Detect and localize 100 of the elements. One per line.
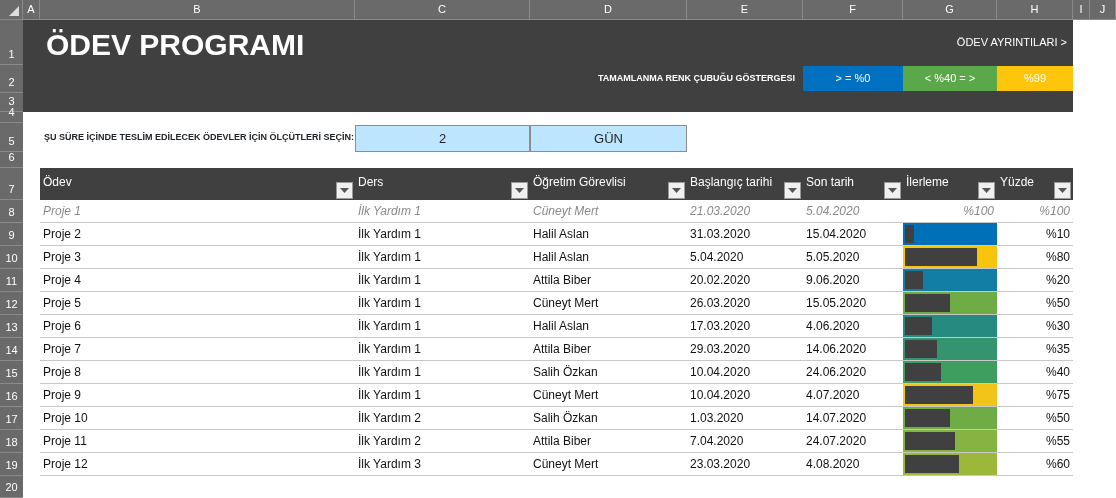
table-cell: Salih Özkan <box>530 361 687 384</box>
column-header[interactable]: I <box>1073 0 1090 20</box>
column-header[interactable]: G <box>903 0 997 20</box>
column-title: Ders <box>358 174 384 191</box>
row-header[interactable]: 13 <box>0 315 23 338</box>
table-cell: 17.03.2020 <box>687 315 803 338</box>
table-cell: Proje 1 <box>40 200 355 223</box>
table-cell: İlk Yardım 1 <box>355 223 530 246</box>
row-header[interactable]: 17 <box>0 407 23 430</box>
row-header[interactable]: 20 <box>0 476 23 498</box>
row-header[interactable]: 19 <box>0 453 23 476</box>
column-title: Öğretim Görevlisi <box>533 174 626 191</box>
table-cell: %80 <box>997 246 1073 269</box>
table-cell: %20 <box>997 269 1073 292</box>
row-header[interactable]: 10 <box>0 246 23 269</box>
column-header[interactable]: C <box>355 0 530 20</box>
table-cell: İlk Yardım 3 <box>355 453 530 476</box>
table-cell: Salih Özkan <box>530 407 687 430</box>
legend-label: TAMAMLANMA RENK ÇUBUĞU GÖSTERGESI <box>598 72 796 86</box>
column-header[interactable]: F <box>803 0 903 20</box>
caret-icon <box>982 188 991 193</box>
filter-button[interactable] <box>1054 182 1071 199</box>
table-cell: Proje 3 <box>40 246 355 269</box>
table-cell: İlk Yardım 1 <box>355 269 530 292</box>
table-cell: %40 <box>997 361 1073 384</box>
row-header[interactable]: 8 <box>0 200 23 223</box>
input-field[interactable]: GÜN <box>530 125 687 152</box>
caret-icon <box>788 188 797 193</box>
column-header[interactable]: E <box>687 0 803 20</box>
legend-swatch: < %40 = > <box>903 66 997 91</box>
caret-icon <box>672 188 681 193</box>
column-title: Ödev <box>43 174 72 191</box>
table-cell: Cüneyt Mert <box>530 200 687 223</box>
filter-button[interactable] <box>511 182 528 199</box>
table-cell: 29.03.2020 <box>687 338 803 361</box>
column-title: Son tarih <box>806 174 855 191</box>
filter-button[interactable] <box>884 182 901 199</box>
row-header[interactable]: 2 <box>0 65 23 93</box>
table-cell: 21.03.2020 <box>687 200 803 223</box>
table-cell: Proje 7 <box>40 338 355 361</box>
caret-icon <box>1058 188 1067 193</box>
legend-swatch: > = %0 <box>803 66 903 91</box>
row-header[interactable]: 18 <box>0 430 23 453</box>
table-cell: Proje 12 <box>40 453 355 476</box>
filter-button[interactable] <box>668 182 685 199</box>
sheet-title: ÖDEV PROGRAMI <box>45 26 306 60</box>
details-link[interactable]: ÖDEV AYRINTILARI > <box>956 34 1073 51</box>
table-cell: Halil Aslan <box>530 246 687 269</box>
row-header[interactable]: 12 <box>0 292 23 315</box>
table-cell: %100 <box>997 200 1073 223</box>
column-header[interactable]: A <box>23 0 40 20</box>
row-header[interactable]: 16 <box>0 384 23 407</box>
column-header[interactable]: B <box>40 0 355 20</box>
row-header[interactable]: 7 <box>0 168 23 200</box>
table-cell: Proje 6 <box>40 315 355 338</box>
row-header[interactable]: 9 <box>0 223 23 246</box>
table-cell: İlk Yardım 1 <box>355 338 530 361</box>
column-title: Başlangıç tarihi <box>690 174 773 191</box>
caret-icon <box>515 188 524 193</box>
table-cell: 5.04.2020 <box>687 246 803 269</box>
table-cell: İlk Yardım 1 <box>355 315 530 338</box>
table-cell: 5.04.2020 <box>803 200 903 223</box>
table-cell: Attila Biber <box>530 269 687 292</box>
table-cell: 10.04.2020 <box>687 384 803 407</box>
table-cell: %50 <box>997 407 1073 430</box>
criteria-label: ŞU SÜRE İÇİNDE TESLİM EDİLECEK ÖDEVLER İÇİN ÖLÇÜTLERİ SEÇİN: <box>43 130 355 144</box>
table-cell: Attila Biber <box>530 430 687 453</box>
table-cell: Proje 8 <box>40 361 355 384</box>
caret-icon <box>888 188 897 193</box>
column-header[interactable]: H <box>997 0 1073 20</box>
table-cell: Proje 10 <box>40 407 355 430</box>
table-cell: 20.02.2020 <box>687 269 803 292</box>
table-cell: İlk Yardım 1 <box>355 246 530 269</box>
table-cell: %10 <box>997 223 1073 246</box>
table-cell: 1.03.2020 <box>687 407 803 430</box>
filter-button[interactable] <box>978 182 995 199</box>
row-header[interactable]: 5 <box>0 123 23 152</box>
column-title: Yüzde <box>1000 174 1035 191</box>
filter-button[interactable] <box>784 182 801 199</box>
table-cell: 10.04.2020 <box>687 361 803 384</box>
table-cell: Halil Aslan <box>530 223 687 246</box>
table-cell: İlk Yardım 1 <box>355 384 530 407</box>
row-header[interactable]: 1 <box>0 20 23 65</box>
table-cell: %55 <box>997 430 1073 453</box>
row-header[interactable]: 11 <box>0 269 23 292</box>
table-cell: 31.03.2020 <box>687 223 803 246</box>
column-header[interactable]: D <box>530 0 687 20</box>
filter-button[interactable] <box>336 182 353 199</box>
table-cell: Proje 9 <box>40 384 355 407</box>
triangle-icon <box>9 6 19 16</box>
table-cell: İlk Yardım 1 <box>355 361 530 384</box>
select-all-button[interactable] <box>0 0 23 20</box>
row-header[interactable]: 14 <box>0 338 23 361</box>
table-cell: İlk Yardım 1 <box>355 200 530 223</box>
table-cell: 23.03.2020 <box>687 453 803 476</box>
table-cell: Proje 11 <box>40 430 355 453</box>
row-header[interactable]: 15 <box>0 361 23 384</box>
input-field[interactable]: 2 <box>355 125 530 152</box>
row-header[interactable]: 6 <box>0 152 23 168</box>
column-header[interactable]: J <box>1090 0 1116 20</box>
